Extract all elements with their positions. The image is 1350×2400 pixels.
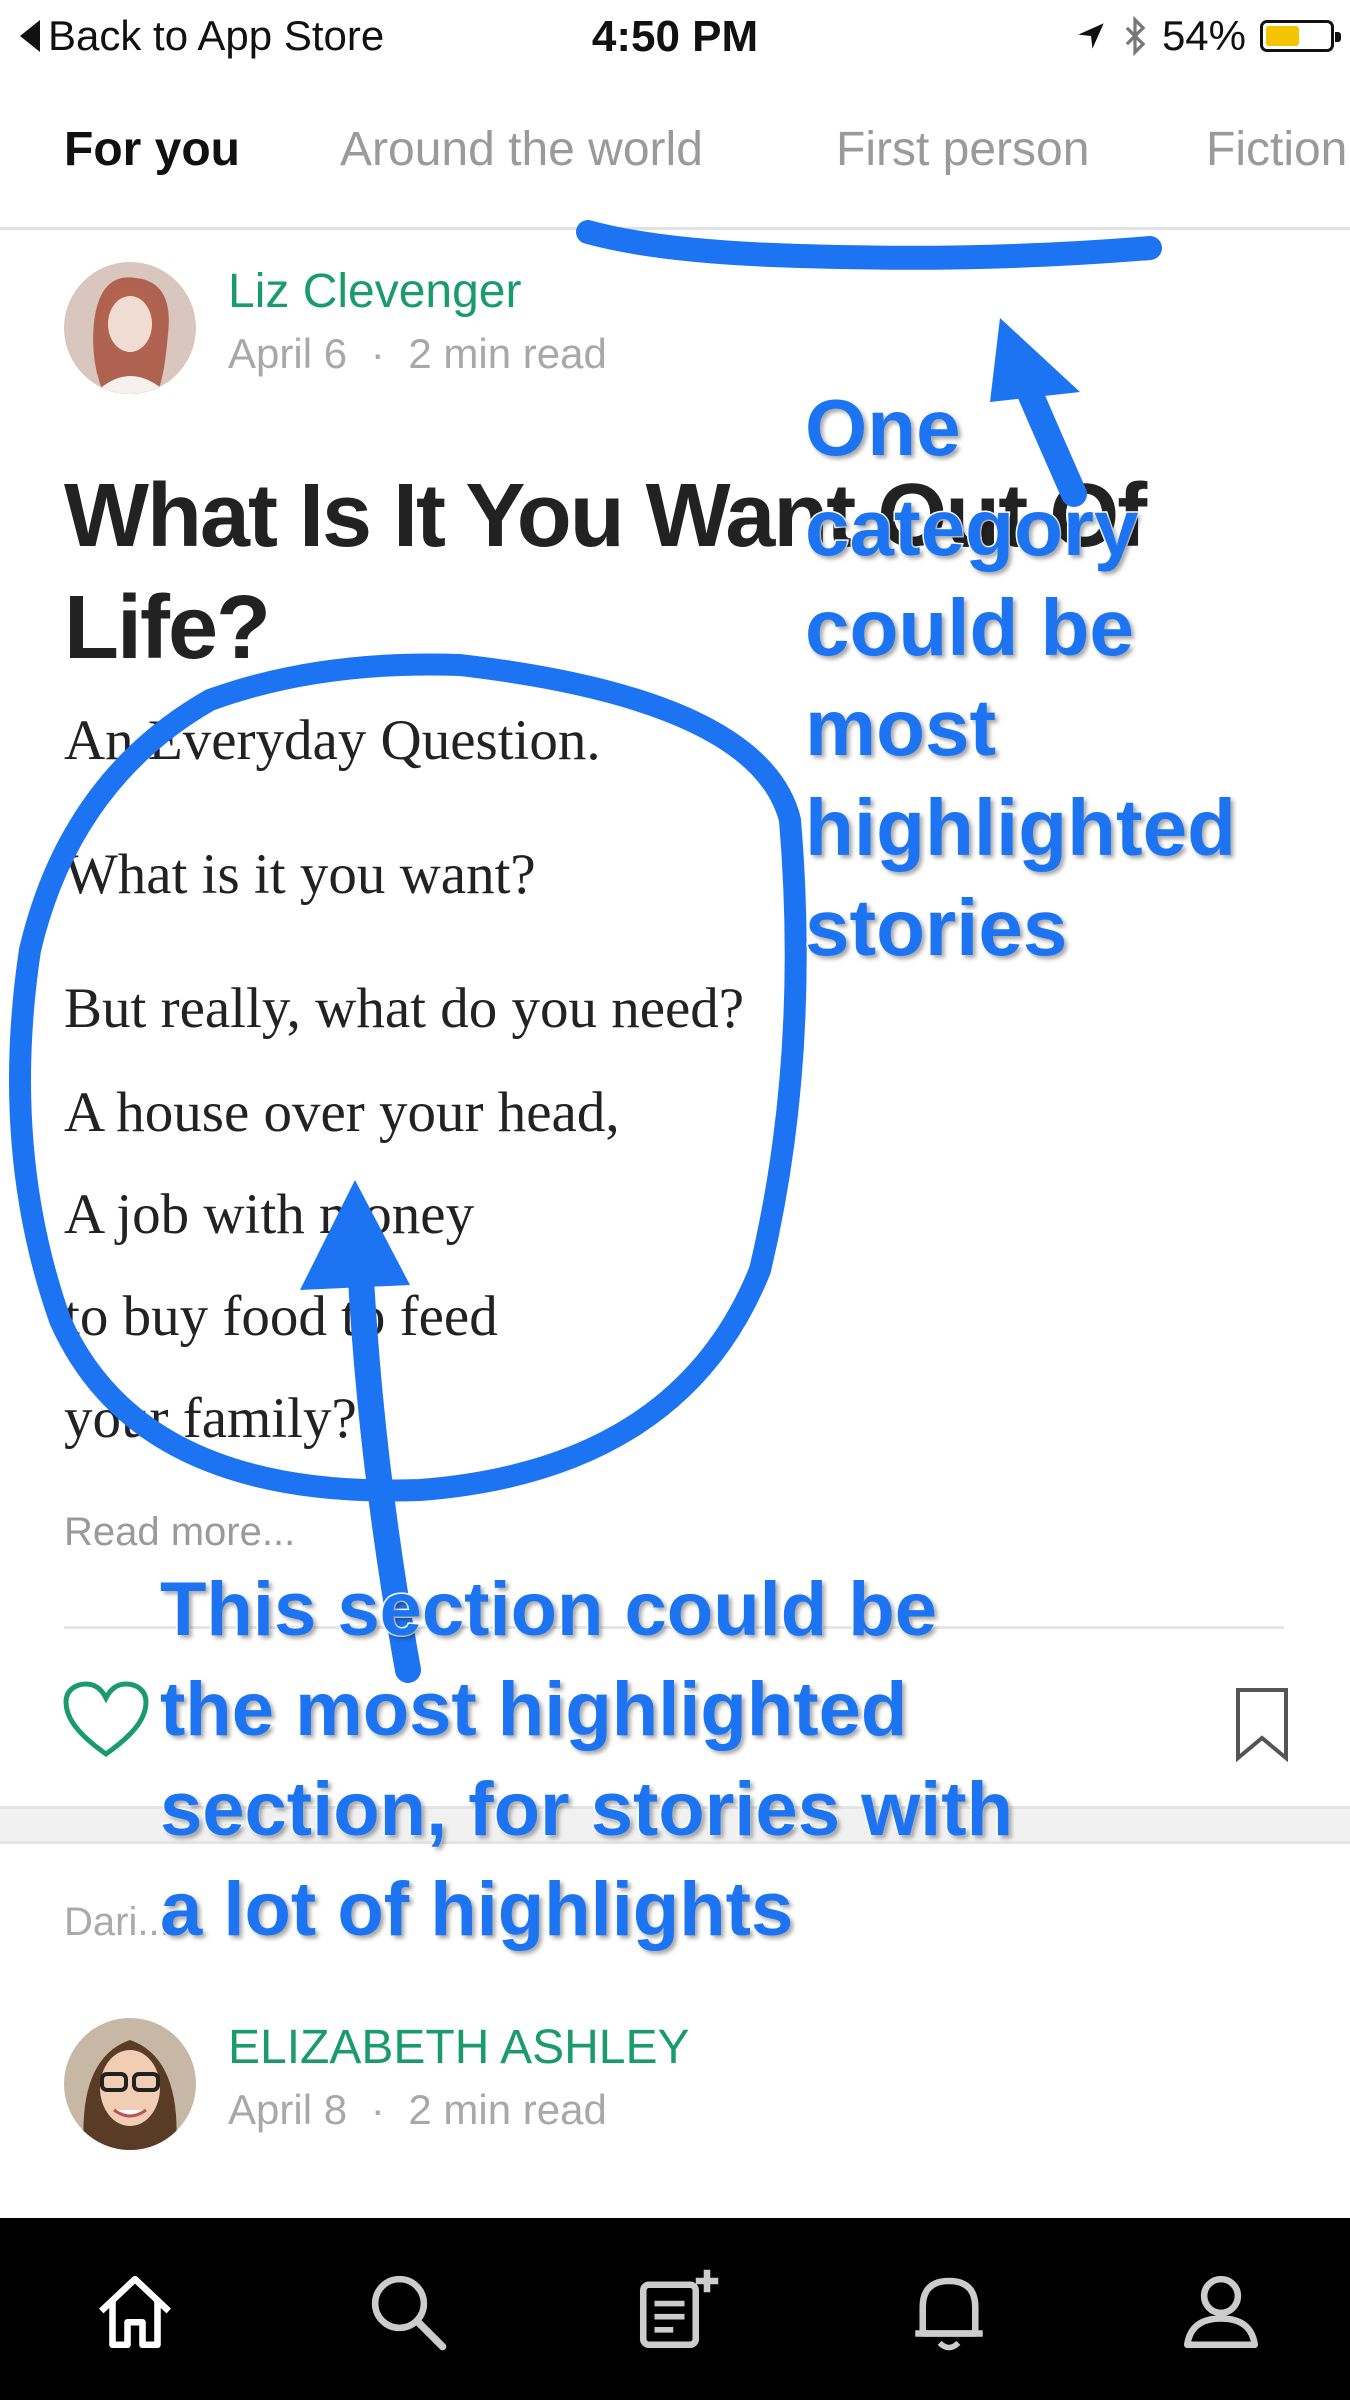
- bluetooth-icon: [1125, 16, 1146, 56]
- category-tabs: For you Around the world First person Fi…: [0, 100, 1350, 230]
- battery-fill: [1266, 26, 1300, 46]
- tab-around-the-world[interactable]: Around the world: [340, 122, 703, 177]
- body-line: to buy food to feed: [64, 1285, 498, 1348]
- body-line: your family?: [64, 1387, 357, 1450]
- battery-percent: 54%: [1161, 12, 1246, 59]
- search-icon[interactable]: [362, 2266, 452, 2356]
- battery-icon: [1260, 20, 1341, 52]
- author-avatar[interactable]: [64, 262, 196, 394]
- meta-separator: ·: [370, 2086, 385, 2133]
- annotation-section-note: This section could be the most highlight…: [159, 1566, 1015, 1954]
- read-time: 2 min read: [408, 330, 607, 377]
- body-line: But really, what do you need?: [64, 977, 745, 1040]
- tab-first-person[interactable]: First person: [836, 122, 1089, 177]
- post-meta: April 6 · 2 min read: [228, 330, 607, 378]
- bottom-nav: [0, 2218, 1350, 2400]
- body-line: A job with money: [64, 1183, 475, 1246]
- heart-icon[interactable]: [62, 1680, 150, 1760]
- compose-icon[interactable]: [632, 2266, 722, 2356]
- section-label: Dari...: [64, 1900, 171, 1944]
- home-icon[interactable]: [90, 2266, 180, 2356]
- post-meta: April 8 · 2 min read: [228, 2086, 607, 2134]
- battery-nub: [1335, 32, 1341, 42]
- post-date: April 6: [228, 330, 348, 377]
- tab-for-you[interactable]: For you: [64, 122, 240, 177]
- author-name[interactable]: ELIZABETH ASHLEY: [228, 2020, 690, 2075]
- bell-icon[interactable]: [904, 2266, 994, 2356]
- author-avatar[interactable]: [64, 2018, 196, 2150]
- body-line: A house over your head,: [64, 1081, 620, 1144]
- author-name[interactable]: Liz Clevenger: [228, 264, 521, 319]
- annotation-circle: [9, 653, 807, 1502]
- post-date: April 8: [228, 2086, 348, 2133]
- annotation-underline: [576, 220, 1162, 270]
- tab-fiction[interactable]: Fiction: [1206, 122, 1347, 177]
- read-time: 2 min read: [408, 2086, 607, 2133]
- status-bar: Back to App Store 4:50 PM 54%: [0, 0, 1350, 72]
- status-indicators: 54%: [1074, 12, 1341, 60]
- profile-icon[interactable]: [1176, 2266, 1266, 2356]
- body-line: What is it you want?: [64, 843, 536, 906]
- location-arrow-icon: [1078, 23, 1104, 49]
- annotation-category-note: One category could be most highlighted s…: [804, 382, 1238, 974]
- read-more-link[interactable]: Read more...: [64, 1510, 295, 1555]
- meta-separator: ·: [370, 330, 385, 377]
- body-line: An Everyday Question.: [64, 709, 601, 772]
